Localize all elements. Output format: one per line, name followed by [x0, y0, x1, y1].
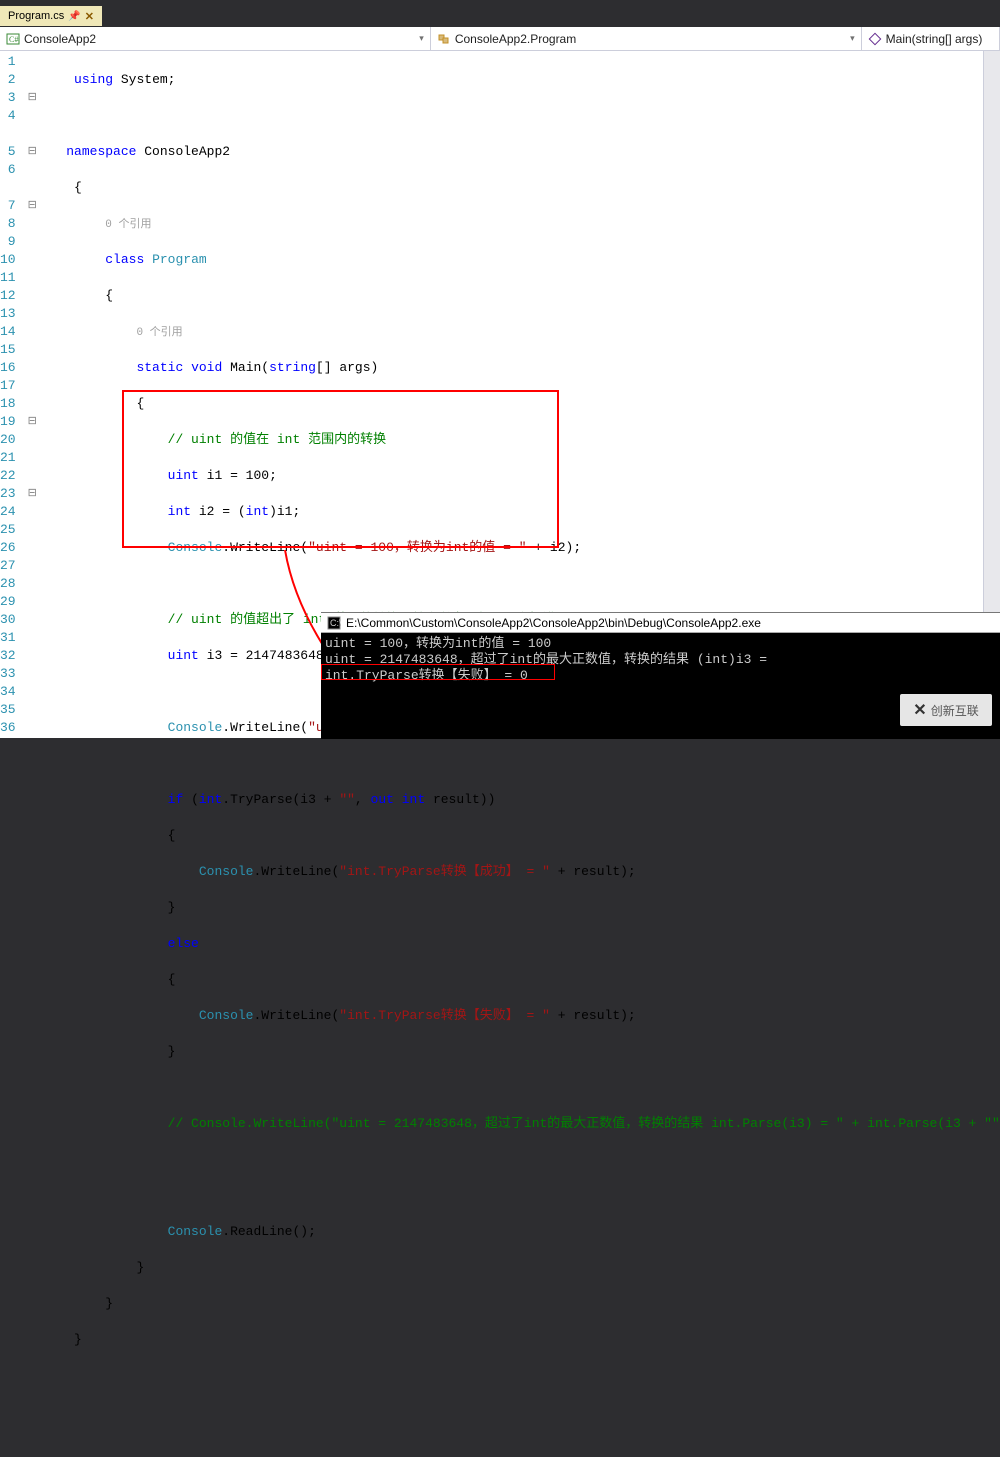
- navigation-bar: C# ConsoleApp2 ▾ ConsoleApp2.Program ▾ M…: [0, 27, 1000, 51]
- console-output: uint = 100，转换为int的值 = 100 uint = 2147483…: [321, 633, 1000, 687]
- console-title-text: E:\Common\Custom\ConsoleApp2\ConsoleApp2…: [346, 616, 761, 630]
- console-titlebar[interactable]: C:\ E:\Common\Custom\ConsoleApp2\Console…: [321, 613, 1000, 633]
- line-number-gutter: 1234 56 78910 11121314 15161718 19202122…: [0, 51, 28, 738]
- class-icon: [437, 32, 451, 46]
- pin-icon[interactable]: 📌: [68, 11, 80, 22]
- method-selector[interactable]: Main(string[] args): [862, 27, 1000, 50]
- method-icon: [868, 32, 882, 46]
- watermark-logo-icon: ✕: [913, 700, 926, 720]
- codelens-references[interactable]: 0 个引用: [105, 219, 151, 231]
- tab-bar: Program.cs 📌 ✕: [0, 5, 1000, 27]
- tab-label: Program.cs: [8, 10, 64, 22]
- svg-text:C:\: C:\: [330, 618, 341, 628]
- console-icon: C:\: [327, 616, 341, 630]
- watermark-text: 创新互联: [931, 702, 979, 719]
- file-tab[interactable]: Program.cs 📌 ✕: [0, 6, 102, 26]
- method-name: Main(string[] args): [886, 32, 983, 46]
- csharp-icon: C#: [6, 32, 20, 46]
- fold-column: ⊟ ⊟ ⊟ ⊟ ⊟: [28, 51, 37, 738]
- chevron-down-icon: ▾: [850, 33, 855, 44]
- project-selector[interactable]: C# ConsoleApp2 ▾: [0, 27, 431, 50]
- chevron-down-icon: ▾: [419, 33, 424, 44]
- project-name: ConsoleApp2: [24, 32, 96, 46]
- codelens-references[interactable]: 0 个引用: [136, 327, 182, 339]
- class-name: ConsoleApp2.Program: [455, 32, 576, 46]
- console-window: C:\ E:\Common\Custom\ConsoleApp2\Console…: [321, 612, 1000, 739]
- class-selector[interactable]: ConsoleApp2.Program ▾: [431, 27, 862, 50]
- svg-text:C#: C#: [9, 35, 18, 44]
- watermark: ✕ 创新互联: [900, 694, 992, 726]
- close-icon[interactable]: ✕: [85, 10, 94, 23]
